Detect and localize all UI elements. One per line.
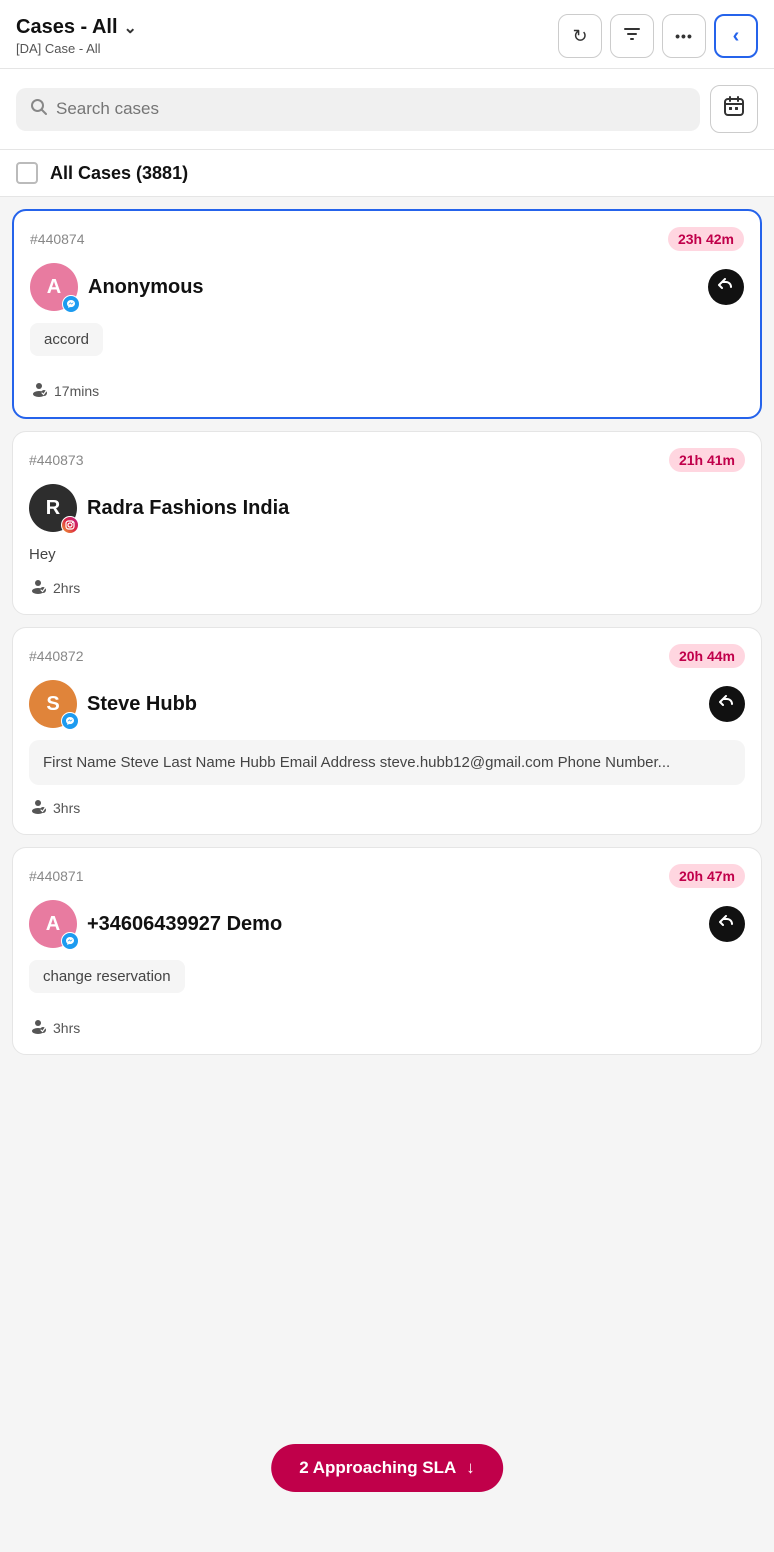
case-card[interactable]: #440873 21h 41m R Radra Fashions India xyxy=(12,431,762,615)
contact-name: Steve Hubb xyxy=(87,693,197,716)
all-cases-checkbox[interactable] xyxy=(16,162,38,184)
message-tag-wrap: accord xyxy=(30,323,744,368)
chevron-down-icon[interactable]: ⌄ xyxy=(124,18,137,38)
agent-icon xyxy=(29,577,47,598)
search-icon xyxy=(30,98,48,121)
sla-arrow-icon: ↓ xyxy=(466,1458,475,1478)
header-subtitle: [DA] Case - All xyxy=(16,41,137,56)
card-footer: 3hrs xyxy=(29,797,745,818)
channel-badge-messenger xyxy=(61,932,79,950)
all-cases-label: All Cases (3881) xyxy=(50,163,188,184)
case-message: accord xyxy=(30,323,103,356)
refresh-icon: ↻ xyxy=(572,26,587,47)
case-id: #440871 xyxy=(29,868,84,884)
agent-icon xyxy=(30,380,48,401)
case-card[interactable]: #440872 20h 44m S Steve Hubb xyxy=(12,627,762,835)
search-input-wrap[interactable] xyxy=(16,88,700,131)
case-message: Hey xyxy=(29,544,745,565)
time-badge: 21h 41m xyxy=(669,448,745,472)
title-text: Cases - All xyxy=(16,16,118,39)
refresh-button[interactable]: ↻ xyxy=(558,14,602,58)
more-icon: ••• xyxy=(675,28,693,44)
contact-left: R Radra Fashions India xyxy=(29,484,289,532)
card-contact: A Anonymous xyxy=(30,263,744,311)
card-contact: R Radra Fashions India xyxy=(29,484,745,532)
case-message: First Name Steve Last Name Hubb Email Ad… xyxy=(29,740,745,785)
contact-name: Anonymous xyxy=(88,276,204,299)
more-button[interactable]: ••• xyxy=(662,14,706,58)
contact-left: A +34606439927 Demo xyxy=(29,900,282,948)
contact-left: S Steve Hubb xyxy=(29,680,197,728)
card-header: #440872 20h 44m xyxy=(29,644,745,668)
case-card[interactable]: #440871 20h 47m A +34606439927 Demo xyxy=(12,847,762,1055)
reply-icon[interactable] xyxy=(709,686,745,722)
case-list: #440874 23h 42m A Anonymous xyxy=(0,197,774,1067)
message-tag-wrap: change reservation xyxy=(29,960,745,1005)
agent-time: 17mins xyxy=(54,383,99,399)
case-card[interactable]: #440874 23h 42m A Anonymous xyxy=(12,209,762,419)
time-badge: 20h 47m xyxy=(669,864,745,888)
avatar: A xyxy=(29,900,77,948)
case-id: #440873 xyxy=(29,452,84,468)
calendar-button[interactable] xyxy=(710,85,758,133)
agent-icon xyxy=(29,1017,47,1038)
channel-badge-instagram xyxy=(61,516,79,534)
card-contact: S Steve Hubb xyxy=(29,680,745,728)
agent-time: 3hrs xyxy=(53,1020,80,1036)
card-footer: 17mins xyxy=(30,380,744,401)
time-badge: 20h 44m xyxy=(669,644,745,668)
agent-icon xyxy=(29,797,47,818)
card-footer: 3hrs xyxy=(29,1017,745,1038)
header-actions: ↻ ••• ‹ xyxy=(558,14,758,58)
time-badge: 23h 42m xyxy=(668,227,744,251)
reply-icon[interactable] xyxy=(708,269,744,305)
sla-banner[interactable]: 2 Approaching SLA ↓ xyxy=(271,1444,503,1492)
back-button[interactable]: ‹ xyxy=(714,14,758,58)
case-id: #440872 xyxy=(29,648,84,664)
card-header: #440871 20h 47m xyxy=(29,864,745,888)
agent-time: 3hrs xyxy=(53,800,80,816)
contact-left: A Anonymous xyxy=(30,263,204,311)
avatar: R xyxy=(29,484,77,532)
card-footer: 2hrs xyxy=(29,577,745,598)
search-input[interactable] xyxy=(56,99,686,119)
channel-badge-messenger xyxy=(62,295,80,313)
all-cases-row: All Cases (3881) xyxy=(0,149,774,197)
back-icon: ‹ xyxy=(733,25,740,48)
header-title: Cases - All ⌄ xyxy=(16,16,137,39)
contact-name: Radra Fashions India xyxy=(87,497,289,520)
case-id: #440874 xyxy=(30,231,85,247)
contact-name: +34606439927 Demo xyxy=(87,913,282,936)
header-left: Cases - All ⌄ [DA] Case - All xyxy=(16,16,137,56)
agent-time: 2hrs xyxy=(53,580,80,596)
search-section xyxy=(0,69,774,149)
sla-label: 2 Approaching SLA xyxy=(299,1458,456,1478)
avatar: S xyxy=(29,680,77,728)
filter-icon xyxy=(622,24,642,49)
card-header: #440873 21h 41m xyxy=(29,448,745,472)
channel-badge-messenger xyxy=(61,712,79,730)
avatar: A xyxy=(30,263,78,311)
filter-button[interactable] xyxy=(610,14,654,58)
card-contact: A +34606439927 Demo xyxy=(29,900,745,948)
case-message: change reservation xyxy=(29,960,185,993)
reply-icon[interactable] xyxy=(709,906,745,942)
card-header: #440874 23h 42m xyxy=(30,227,744,251)
app-header: Cases - All ⌄ [DA] Case - All ↻ ••• ‹ xyxy=(0,0,774,69)
calendar-icon xyxy=(723,95,745,123)
